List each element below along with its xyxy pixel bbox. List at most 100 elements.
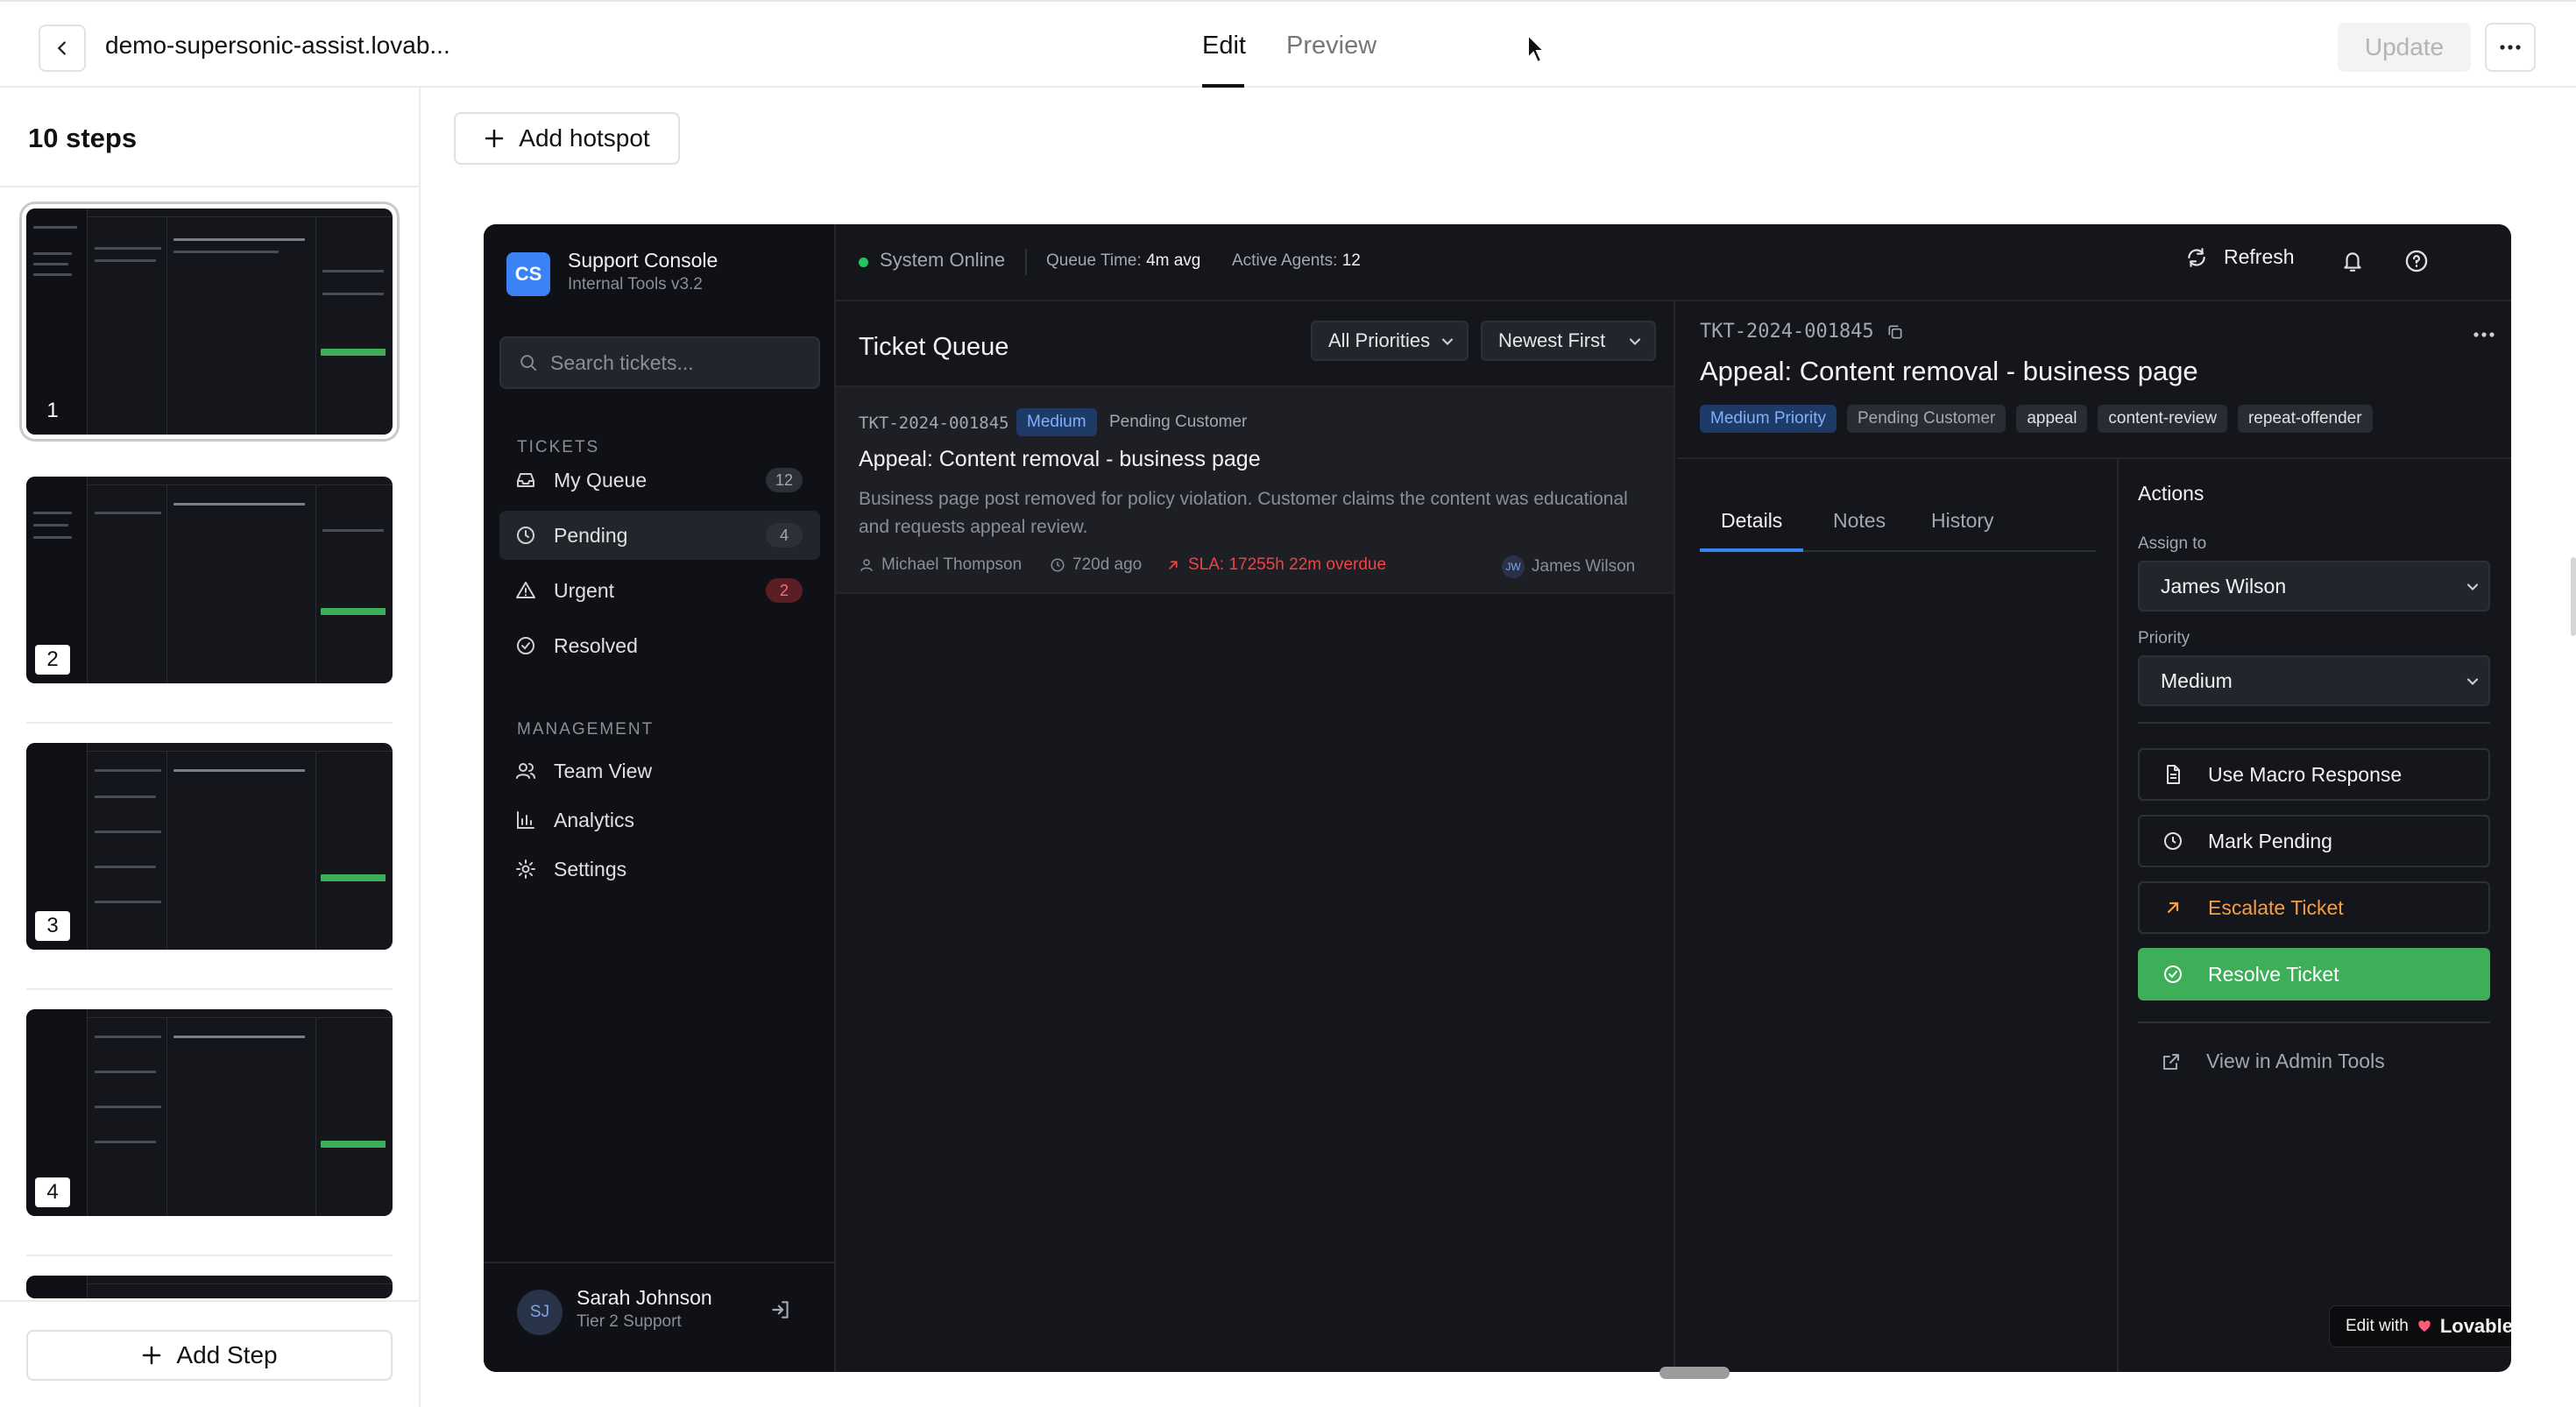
bell-icon[interactable]	[2341, 249, 2364, 273]
nav-label: Urgent	[554, 578, 615, 602]
section-label-tickets: TICKETS	[517, 438, 600, 456]
step-number: 3	[35, 911, 70, 941]
view-admin-tools-link[interactable]: View in Admin Tools	[2161, 1050, 2385, 1073]
divider	[2138, 722, 2490, 724]
help-icon[interactable]	[2404, 249, 2429, 273]
plus-icon	[143, 1346, 161, 1365]
resolve-ticket-button[interactable]: Resolve Ticket	[2138, 948, 2490, 1000]
user-profile: SJ Sarah Johnson Tier 2 Support	[484, 1262, 834, 1372]
tab-notes[interactable]: Notes	[1812, 505, 1907, 552]
link-label: View in Admin Tools	[2206, 1050, 2385, 1072]
select-value: Medium	[2161, 668, 2233, 692]
mark-pending-button[interactable]: Mark Pending	[2138, 815, 2490, 867]
ticket-id: TKT-2024-001845	[859, 414, 1009, 433]
logout-icon[interactable]	[769, 1298, 792, 1321]
count-badge: 12	[766, 468, 803, 492]
back-button[interactable]	[39, 25, 86, 72]
panel-edge-handle[interactable]	[2571, 557, 2576, 636]
refresh-button[interactable]: Refresh	[2185, 245, 2295, 269]
step-number: 4	[35, 1177, 70, 1207]
button-label: Escalate Ticket	[2208, 895, 2344, 919]
search-input[interactable]: Search tickets...	[499, 336, 820, 389]
resize-handle[interactable]	[1660, 1367, 1730, 1379]
search-icon	[520, 355, 537, 371]
nav-item-pending[interactable]: Pending 4	[499, 511, 820, 560]
tab-history[interactable]: History	[1910, 505, 2015, 552]
chevron-down-icon	[1629, 338, 1641, 345]
tab-details[interactable]: Details	[1700, 505, 1804, 552]
step-thumbnail-1[interactable]: 1	[26, 209, 393, 435]
update-button[interactable]: Update	[2338, 23, 2471, 72]
check-circle-icon	[517, 637, 534, 654]
ticket-title: Appeal: Content removal - business page	[859, 447, 1261, 471]
document-icon	[2167, 765, 2180, 784]
edit-with-lovable-badge[interactable]: Edit with Lovable ×	[2329, 1305, 2511, 1347]
nav-item-analytics[interactable]: Analytics	[499, 795, 820, 845]
chevron-down-icon	[1441, 338, 1454, 345]
more-horizontal-icon[interactable]	[2473, 331, 2495, 338]
gear-icon	[516, 859, 535, 879]
divider	[1677, 457, 2511, 459]
sla-overdue: SLA: 17255h 22m overdue	[1165, 555, 1386, 575]
status-badge: Pending Customer	[1109, 413, 1248, 431]
step-thumbnail-3[interactable]: 3	[26, 743, 393, 950]
step-thumbnail-2[interactable]: 2	[26, 477, 393, 683]
ticket-tags: Medium Priority Pending Customer appeal …	[1700, 405, 2373, 433]
add-step-button[interactable]: Add Step	[26, 1330, 393, 1381]
support-console-preview: CS Support Console Internal Tools v3.2 S…	[484, 224, 2511, 1372]
tag: Medium Priority	[1700, 405, 1836, 433]
app-header: System Online Queue Time: 4m avg Active …	[836, 224, 2511, 301]
escalate-ticket-button[interactable]: Escalate Ticket	[2138, 881, 2490, 934]
step-thumbnail-5[interactable]	[26, 1276, 393, 1298]
count-badge: 4	[766, 523, 803, 548]
tab-edit[interactable]: Edit	[1202, 32, 1246, 60]
nav-item-resolved[interactable]: Resolved	[499, 621, 820, 670]
sort-select[interactable]: Newest First	[1481, 321, 1656, 361]
arrow-up-right-icon	[1169, 561, 1178, 569]
step-number: 2	[35, 645, 70, 675]
nav-item-my-queue[interactable]: My Queue 12	[499, 456, 820, 505]
copy-icon[interactable]	[1886, 323, 1904, 341]
ticket-detail-panel: TKT-2024-001845 Appeal: Content removal …	[1677, 301, 2511, 1372]
step-number: 1	[46, 399, 59, 422]
priority-select[interactable]: Medium	[2138, 655, 2490, 706]
badge-brand: Lovable	[2439, 1315, 2511, 1337]
nav-item-team-view[interactable]: Team View	[499, 746, 820, 795]
clock-icon	[2164, 832, 2182, 850]
queue-title: Ticket Queue	[859, 333, 1009, 361]
button-label: Resolve Ticket	[2208, 962, 2339, 986]
tag: repeat-offender	[2237, 405, 2373, 433]
brand-version: Internal Tools v3.2	[568, 275, 703, 293]
detail-ticket-id: TKT-2024-001845	[1700, 321, 1904, 343]
project-title: demo-supersonic-assist.lovab...	[105, 32, 450, 59]
user-icon	[860, 559, 873, 571]
step-thumbnail-4[interactable]: 4	[26, 1009, 393, 1216]
warning-icon	[516, 582, 535, 598]
add-hotspot-button[interactable]: Add hotspot	[454, 112, 680, 165]
detail-title: Appeal: Content removal - business page	[1700, 356, 2198, 386]
avatar: JW	[1502, 555, 1525, 578]
bar-chart-icon	[517, 811, 534, 829]
editor-canvas: Add hotspot CS Support Console Internal …	[421, 88, 2576, 1407]
external-link-icon	[2163, 1053, 2179, 1070]
status-indicator	[859, 258, 868, 267]
button-label: Use Macro Response	[2208, 762, 2403, 786]
ticket-list-item[interactable]: TKT-2024-001845 Medium Pending Customer …	[836, 385, 1674, 594]
queue-time: Queue Time: 4m avg	[1046, 251, 1201, 270]
clock-icon	[1051, 558, 1065, 572]
priority-filter-select[interactable]: All Priorities	[1311, 321, 1468, 361]
nav-label: Pending	[554, 523, 628, 547]
tab-preview[interactable]: Preview	[1286, 32, 1376, 60]
nav-item-settings[interactable]: Settings	[499, 845, 820, 894]
clock-icon	[517, 527, 534, 544]
ticket-description: Business page post removed for policy vi…	[859, 489, 1628, 537]
nav-item-urgent[interactable]: Urgent 2	[499, 566, 820, 615]
more-options-button[interactable]	[2485, 23, 2536, 72]
assign-select[interactable]: James Wilson	[2138, 561, 2490, 612]
plus-icon	[485, 129, 504, 148]
mouse-cursor-icon	[1527, 33, 1546, 64]
ticket-queue-panel: Ticket Queue All Priorities Newest First…	[836, 301, 1675, 1372]
inbox-icon	[517, 473, 534, 487]
users-icon	[516, 763, 535, 779]
use-macro-button[interactable]: Use Macro Response	[2138, 748, 2490, 801]
